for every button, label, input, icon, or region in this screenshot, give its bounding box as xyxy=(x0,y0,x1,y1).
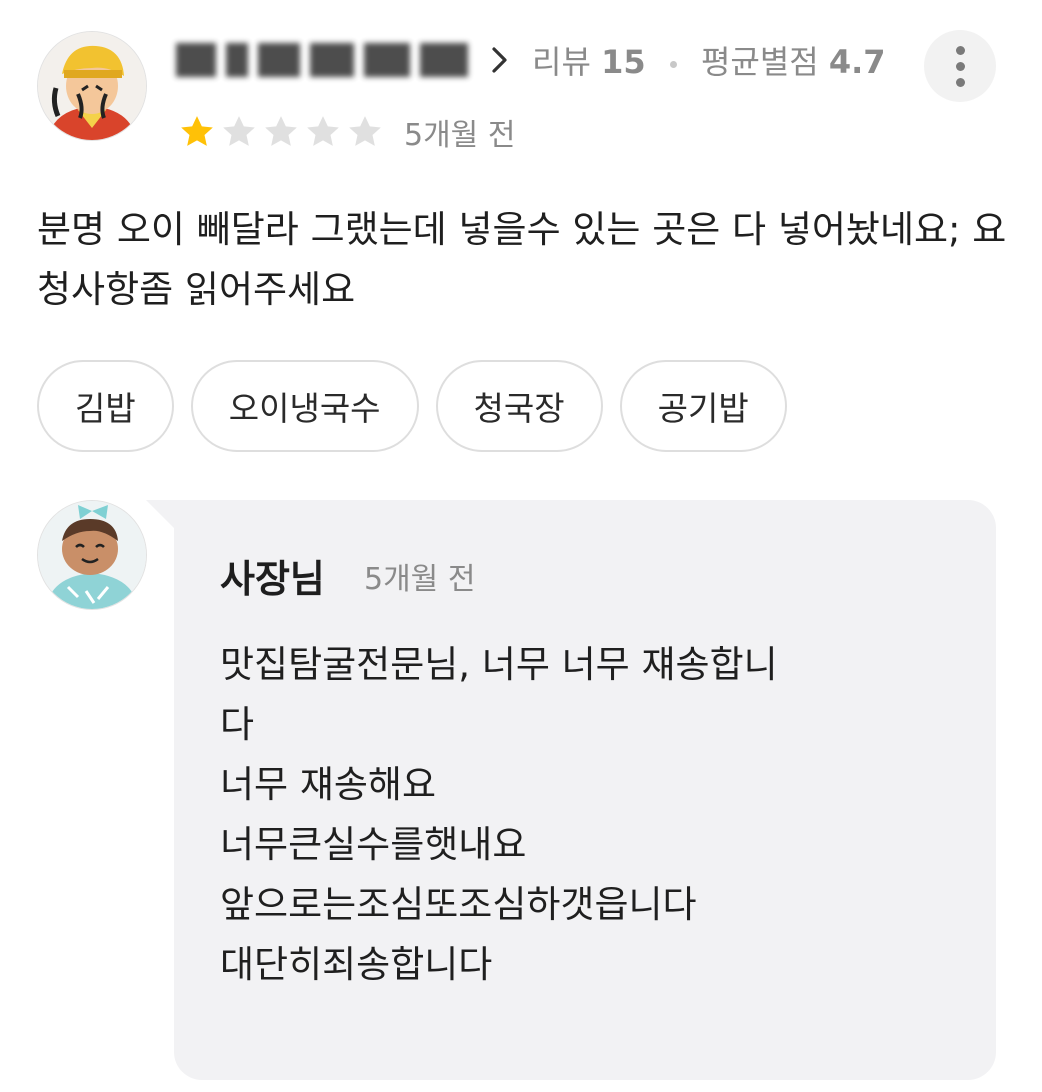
average-rating-value: 4.7 xyxy=(828,43,886,81)
reply-line: 맛집탐굴전문님, 너무 너무 쟤송합니 xyxy=(220,643,778,686)
menu-tag[interactable]: 오이냉국수 xyxy=(190,360,419,452)
owner-avatar xyxy=(37,500,147,610)
review-time: 5개월 전 xyxy=(404,118,516,153)
reply-line: 너무 쟤송해요 xyxy=(220,763,437,806)
review-count-value: 15 xyxy=(601,43,646,81)
star-filled-icon xyxy=(181,116,213,146)
menu-tag[interactable]: 김밥 xyxy=(37,360,174,452)
chevron-right-icon[interactable] xyxy=(490,45,510,75)
reply-time: 5개월 전 xyxy=(364,562,476,597)
star-empty-icon xyxy=(265,116,297,146)
menu-tags: 김밥 오이냉국수 청국장 공기밥 xyxy=(37,360,787,452)
reviewer-avatar[interactable] xyxy=(37,31,147,141)
reply-line: 앞으로는조심또조심하갯읍니다 xyxy=(220,883,697,926)
separator-dot xyxy=(669,60,677,68)
reply-line: 다 xyxy=(220,703,255,746)
owner-reply-text: 맛집탐굴전문님, 너무 너무 쟤송합니다너무 쟤송해요너무큰실수를햇내요앞으로는… xyxy=(220,635,920,995)
review-text: 분명 오이 빼달라 그랬는데 넣을수 있는 곳은 다 넣어놨네요; 요청사항좀 … xyxy=(37,208,1007,311)
more-vertical-icon xyxy=(956,46,965,55)
star-empty-icon xyxy=(223,116,255,146)
average-rating-label: 평균별점 xyxy=(700,43,819,81)
reply-line: 너무큰실수를햇내요 xyxy=(220,823,527,866)
review-count-label: 리뷰 xyxy=(532,43,591,81)
menu-tag[interactable]: 청국장 xyxy=(435,360,603,452)
more-vertical-icon-dot xyxy=(956,78,965,87)
reply-bubble-tail xyxy=(146,500,174,528)
reviewer-name-blurred[interactable] xyxy=(176,43,468,77)
star-empty-icon xyxy=(307,116,339,146)
more-vertical-icon-dot xyxy=(956,62,965,71)
star-empty-icon xyxy=(349,116,381,146)
star-rating xyxy=(176,112,386,152)
owner-name: 사장님 xyxy=(220,557,325,601)
menu-tag[interactable]: 공기밥 xyxy=(619,360,787,452)
reviewer-stats: 리뷰 15 평균별점 4.7 xyxy=(532,37,886,83)
reviewer-header[interactable]: 리뷰 15 평균별점 4.7 xyxy=(176,34,886,86)
more-options-button[interactable] xyxy=(924,30,996,102)
reply-line: 대단히죄송합니다 xyxy=(220,943,493,986)
